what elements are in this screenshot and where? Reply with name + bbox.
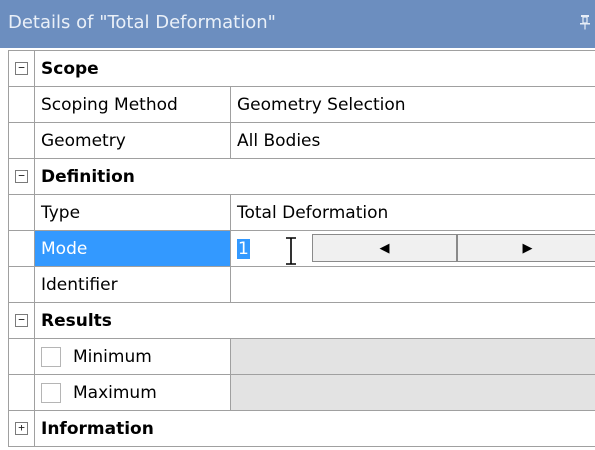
collapse-toggle-results[interactable]: − — [15, 314, 28, 327]
property-label: Scoping Method — [35, 87, 231, 122]
property-value-minimum — [231, 339, 595, 374]
details-grid: − Scope Scoping Method Geometry Selectio… — [8, 50, 595, 447]
pin-icon[interactable] — [579, 14, 591, 33]
property-label-maximum: Maximum — [35, 375, 231, 410]
property-label: Maximum — [73, 382, 157, 403]
group-label-scope: Scope — [41, 58, 99, 79]
property-value-identifier[interactable] — [231, 267, 595, 302]
expand-toggle-information[interactable]: + — [15, 422, 28, 435]
group-label-results: Results — [41, 310, 112, 331]
property-value-scoping-method[interactable]: Geometry Selection — [231, 87, 595, 122]
property-value-maximum — [231, 375, 595, 410]
collapse-toggle-scope[interactable]: − — [15, 62, 28, 75]
property-label: Identifier — [35, 267, 231, 302]
group-label-information: Information — [41, 418, 154, 439]
property-value-mode[interactable]: 1 ◀ ▶ — [231, 231, 595, 266]
panel-title: Details of "Total Deformation" — [8, 12, 276, 33]
arrow-left-icon: ◀ — [379, 240, 390, 256]
group-row-scope: − Scope — [9, 51, 595, 87]
group-row-information: + Information — [9, 411, 595, 447]
property-row-minimum: Minimum — [9, 339, 595, 375]
parameter-checkbox-minimum[interactable] — [41, 346, 61, 367]
group-row-definition: − Definition — [9, 159, 595, 195]
property-label-minimum: Minimum — [35, 339, 231, 374]
property-row-scoping-method: Scoping Method Geometry Selection — [9, 87, 595, 123]
spinner-increment-button[interactable]: ▶ — [457, 234, 595, 262]
property-row-maximum: Maximum — [9, 375, 595, 411]
property-label: Type — [35, 195, 231, 230]
property-row-geometry: Geometry All Bodies — [9, 123, 595, 159]
arrow-right-icon: ▶ — [522, 240, 533, 256]
collapse-toggle-definition[interactable]: − — [15, 170, 28, 183]
property-row-type: Type Total Deformation — [9, 195, 595, 231]
property-label: Minimum — [73, 346, 152, 367]
mode-input[interactable]: 1 — [237, 238, 250, 259]
property-value-type[interactable]: Total Deformation — [231, 195, 595, 230]
property-label-mode[interactable]: Mode — [35, 231, 231, 266]
text-cursor-icon — [285, 237, 297, 265]
details-panel-header: Details of "Total Deformation" — [0, 0, 595, 48]
property-row-identifier: Identifier — [9, 267, 595, 303]
parameter-checkbox-maximum[interactable] — [41, 382, 61, 403]
spinner-decrement-button[interactable]: ◀ — [312, 234, 457, 262]
group-label-definition: Definition — [41, 166, 135, 187]
property-value-geometry[interactable]: All Bodies — [231, 123, 595, 158]
property-label: Geometry — [35, 123, 231, 158]
group-row-results: − Results — [9, 303, 595, 339]
property-row-mode: Mode 1 ◀ ▶ — [9, 231, 595, 267]
